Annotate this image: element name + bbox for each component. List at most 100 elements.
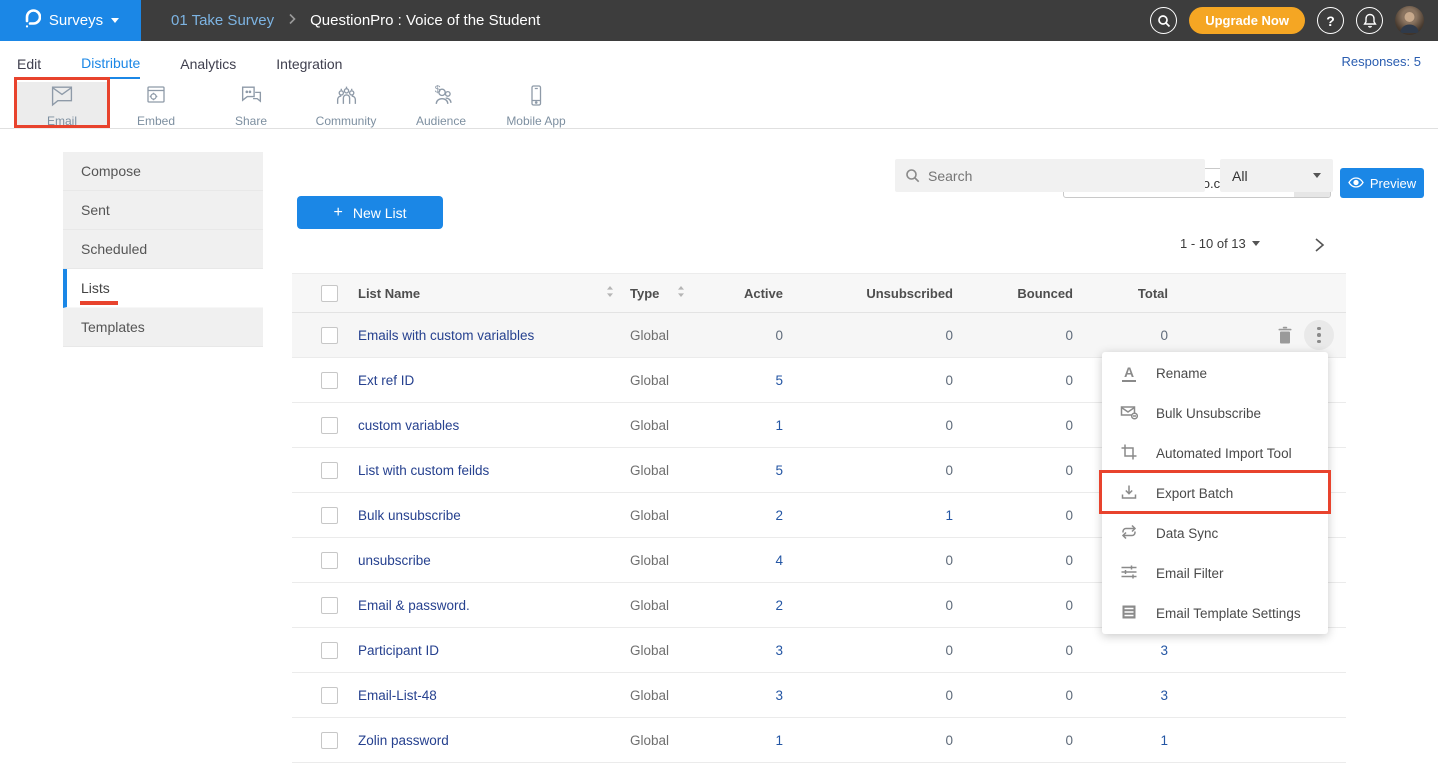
responses-count-link[interactable]: Responses: 5 [1342,54,1422,69]
list-name-link[interactable]: Emails with custom varialbles [358,328,534,343]
delete-list-button[interactable] [1272,322,1298,348]
menu-item-rename[interactable]: Rename [1102,353,1328,393]
lists-annotation-underline [80,301,118,305]
active-count[interactable]: 4 [728,553,783,568]
product-name: Surveys [49,12,103,29]
channel-embed[interactable]: Embed [108,82,204,129]
channel-mobile-app[interactable]: Mobile App [488,82,584,129]
tab-distribute[interactable]: Distribute [81,45,140,79]
unsubscribed-count[interactable]: 1 [783,508,953,523]
bounced-count: 0 [953,463,1073,478]
list-name-link[interactable]: Email-List-48 [358,688,437,703]
row-checkbox[interactable] [321,552,338,569]
menu-item-automated-import-tool[interactable]: Automated Import Tool [1102,433,1328,473]
list-filter-dropdown[interactable]: All [1220,159,1333,192]
list-name-link[interactable]: Participant ID [358,643,439,658]
table-row[interactable]: Email-List-48 Global 3 0 0 3 [292,673,1346,718]
next-page-button[interactable] [1306,232,1332,258]
upgrade-now-button[interactable]: Upgrade Now [1189,7,1305,34]
active-count[interactable]: 5 [728,463,783,478]
global-search-button[interactable] [1150,7,1177,34]
row-checkbox[interactable] [321,642,338,659]
user-avatar[interactable] [1395,6,1424,35]
menu-item-label: Automated Import Tool [1156,446,1292,461]
unsubscribed-count: 0 [783,688,953,703]
list-search-input[interactable] [928,168,1195,184]
channel-share[interactable]: Share [203,82,299,129]
tab-integration[interactable]: Integration [276,46,342,78]
list-type: Global [630,328,669,343]
preview-button[interactable]: Preview [1340,168,1424,198]
new-list-label: New List [353,205,407,221]
active-count[interactable]: 1 [728,418,783,433]
breadcrumb-survey-link[interactable]: 01 Take Survey [171,12,274,29]
channel-audience[interactable]: $ Audience [393,82,489,129]
list-name-link[interactable]: Ext ref ID [358,373,414,388]
active-count[interactable]: 5 [728,373,783,388]
bounced-count: 0 [953,643,1073,658]
list-type: Global [630,733,669,748]
table-row[interactable]: Participant ID Global 3 0 0 3 [292,628,1346,673]
row-checkbox[interactable] [321,372,338,389]
channel-label: Mobile App [506,114,565,128]
bounced-count: 0 [953,373,1073,388]
row-checkbox[interactable] [321,417,338,434]
list-name-link[interactable]: Bulk unsubscribe [358,508,461,523]
total-count: 1 [1073,733,1168,748]
list-name-link[interactable]: List with custom feilds [358,463,489,478]
row-checkbox[interactable] [321,597,338,614]
menu-item-email-filter[interactable]: Email Filter [1102,553,1328,593]
row-checkbox[interactable] [321,462,338,479]
menu-item-data-sync[interactable]: Data Sync [1102,513,1328,553]
chevron-down-icon [111,18,119,23]
list-name-link[interactable]: unsubscribe [358,553,431,568]
sort-list-name-icon[interactable] [606,285,614,301]
sidebar-item-compose[interactable]: Compose [63,152,263,191]
sidebar-item-scheduled[interactable]: Scheduled [63,230,263,269]
row-checkbox[interactable] [321,327,338,344]
sort-type-icon[interactable] [677,285,685,301]
menu-item-bulk-unsubscribe[interactable]: Bulk Unsubscribe [1102,393,1328,433]
unsubscribed-count: 0 [783,553,953,568]
unsubscribed-count: 0 [783,643,953,658]
sidebar-item-sent[interactable]: Sent [63,191,263,230]
active-count[interactable]: 1 [728,733,783,748]
select-all-checkbox[interactable] [321,285,338,302]
list-type: Global [630,598,669,613]
questionpro-logo-icon [22,7,41,34]
list-type: Global [630,553,669,568]
filter-value: All [1232,168,1248,184]
surveys-product-menu[interactable]: Surveys [0,0,141,41]
channel-email[interactable]: Email [14,82,110,129]
tab-edit[interactable]: Edit [17,46,41,78]
channel-label: Embed [137,114,175,128]
tab-analytics[interactable]: Analytics [180,46,236,78]
row-menu-button[interactable] [1304,320,1334,350]
active-count[interactable]: 3 [728,643,783,658]
active-count[interactable]: 2 [728,598,783,613]
active-count[interactable]: 3 [728,688,783,703]
data-sync-icon [1120,523,1138,544]
channel-label: Community [316,114,377,128]
row-checkbox[interactable] [321,507,338,524]
list-name-link[interactable]: custom variables [358,418,459,433]
preview-label: Preview [1370,176,1416,191]
menu-item-email-template-settings[interactable]: Email Template Settings [1102,593,1328,633]
row-checkbox[interactable] [321,687,338,704]
sidebar-item-templates[interactable]: Templates [63,308,263,347]
row-checkbox[interactable] [321,732,338,749]
help-button[interactable]: ? [1317,7,1344,34]
active-count[interactable]: 2 [728,508,783,523]
header-actions: Upgrade Now ? [1150,6,1438,35]
total-count: 3 [1073,643,1168,658]
bounced-count: 0 [953,598,1073,613]
list-name-link[interactable]: Email & password. [358,598,470,613]
menu-item-export-batch[interactable]: Export Batch [1102,473,1328,513]
search-icon [905,168,920,183]
list-name-link[interactable]: Zolin password [358,733,449,748]
channel-community[interactable]: Community [298,82,394,129]
pagination-range-dropdown[interactable]: 1 - 10 of 13 [1180,236,1260,251]
new-list-button[interactable]: + New List [297,196,443,229]
notifications-button[interactable] [1356,7,1383,34]
table-row[interactable]: Zolin password Global 1 0 0 1 [292,718,1346,763]
